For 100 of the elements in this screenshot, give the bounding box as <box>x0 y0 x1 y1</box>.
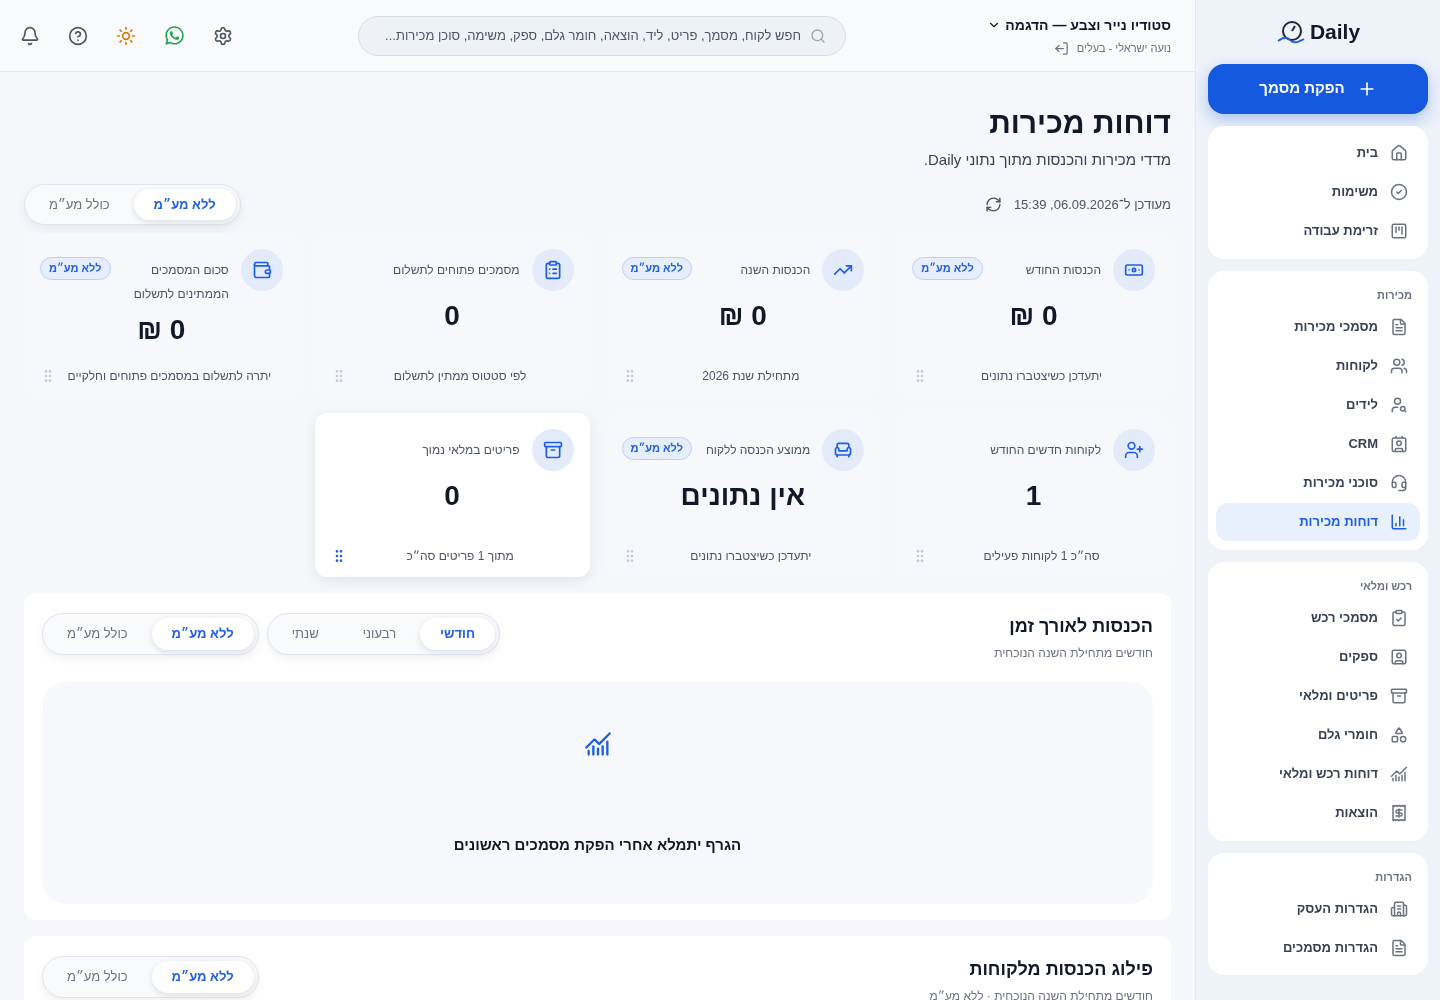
nav-item[interactable]: הגדרות מסמכים <box>1216 928 1420 967</box>
card-value: 0 ₪ <box>136 313 187 347</box>
wallet-icon <box>240 249 283 291</box>
page-subtitle: מדדי מכירות והכנסות מתוך נתוני Daily. <box>922 150 1171 170</box>
document-icon <box>1390 938 1408 957</box>
refresh-icon[interactable] <box>984 195 1002 213</box>
vat-badge: ללא מע״מ <box>912 257 983 280</box>
nav-item[interactable]: סוכני מכירות <box>1216 463 1420 502</box>
nav-item[interactable]: CRM <box>1216 424 1420 463</box>
card-title: ממוצע הכנסה ללקוח <box>705 443 811 457</box>
toggle-option[interactable]: ללא מע״מ <box>151 618 254 650</box>
card-value: 0 <box>443 299 461 333</box>
card-value: אין נתונים <box>679 479 807 513</box>
toggle-option[interactable]: כולל מע״מ <box>29 188 130 220</box>
nav-section-heading: מכירות <box>1376 287 1413 303</box>
nav-item[interactable]: לקוחות <box>1216 346 1420 385</box>
card-value: 0 ₪ <box>717 299 768 333</box>
section-title: פילוג הכנסות מלקוחות <box>968 958 1153 981</box>
toggle-option[interactable]: כולל מע״מ <box>47 618 148 650</box>
user-search-icon <box>1390 395 1408 414</box>
nav-item[interactable]: בית <box>1216 133 1420 173</box>
user-plus-icon <box>1113 429 1155 471</box>
bar-chart-icon <box>1390 513 1408 531</box>
new-document-button[interactable]: הפקת מסמך <box>1208 63 1428 114</box>
business-switcher[interactable]: סטודיו נייר וצבע — הדגמה <box>987 14 1171 36</box>
vat-badge: ללא מע״מ <box>621 437 693 460</box>
receipt-icon <box>1390 804 1408 822</box>
kanban-icon <box>1390 222 1408 240</box>
nav-item[interactable]: זרימת עבודה <box>1216 211 1420 251</box>
section-title: הכנסות לאורך זמן <box>1008 615 1153 638</box>
card-note: סה״כ 1 לקוחות פעילים <box>982 548 1101 565</box>
shapes-icon <box>1390 726 1408 744</box>
card-note: יתעדכן כשיצטברו נתונים <box>689 548 813 565</box>
logo-icon <box>1275 18 1306 45</box>
house-icon <box>1390 144 1408 162</box>
card-value: 0 ₪ <box>1008 299 1059 333</box>
card-note: יתרה לתשלום במסמכים פתוחים וחלקיים <box>66 368 273 385</box>
toggle-option[interactable]: חודשי <box>420 618 496 650</box>
page-title: דוחות מכירות <box>988 105 1171 141</box>
toggle-option[interactable]: כולל מע״מ <box>47 961 148 993</box>
check-circle-icon <box>1390 183 1408 201</box>
user-role: נועה ישראלי - בעלים <box>1076 40 1171 56</box>
toggle-option[interactable]: ללא מע״מ <box>133 188 236 220</box>
search-field[interactable]: חפש לקוח, מסמך, פריט, ליד, הוצאה, חומר גלם, ספק, משימה, סוכן מכירות... <box>358 15 846 56</box>
document-icon <box>1390 317 1408 336</box>
card-note: לפי סטטוס ממתין לתשלום <box>392 368 528 385</box>
nav-section-heading: רכש ומלאי <box>1358 579 1413 594</box>
vat-badge: ללא מע״מ <box>621 257 693 280</box>
building-icon <box>1390 899 1408 918</box>
chart-icon <box>1390 765 1408 783</box>
nav-section-heading: הגדרות <box>1374 869 1413 885</box>
toggle-option[interactable]: רבעוני <box>342 618 417 650</box>
card-title: לקוחות חדשים החודש <box>990 443 1101 457</box>
chart-icon <box>583 730 612 758</box>
nav-item[interactable]: דוחות מכירות <box>1216 503 1420 541</box>
archive-box-icon <box>531 429 574 471</box>
card-note: מתוך 1 פריטים סה״כ <box>405 548 515 565</box>
empty-chart-message: הגרף יתמלא אחרי הפקת מסמכים ראשונים <box>453 835 742 855</box>
last-updated: מעודכן ל־06.09.2026, 15:39 <box>1013 195 1171 214</box>
nav-item[interactable]: פריטים ומלאי <box>1216 676 1420 716</box>
card-title: הכנסות השנה <box>740 263 811 277</box>
sun-icon[interactable] <box>116 25 136 46</box>
nav-item[interactable]: הוצאות <box>1216 793 1420 833</box>
user-file-icon <box>1390 648 1408 666</box>
whatsapp-icon[interactable] <box>164 25 185 46</box>
trending-up-icon <box>822 249 865 291</box>
settings-icon[interactable] <box>213 25 233 46</box>
logout-icon[interactable] <box>1053 40 1069 56</box>
toggle-option[interactable]: שנתי <box>271 618 339 650</box>
nav-item[interactable]: הגדרות העסק <box>1216 889 1420 928</box>
toggle-option[interactable]: ללא מע״מ <box>151 961 254 993</box>
card-title: סכום המסמכים הממתינים לתשלום <box>133 263 229 301</box>
armchair-icon <box>822 429 865 471</box>
card-note: יתעדכן כשיצטברו נתונים <box>980 368 1104 385</box>
card-value: 1 <box>1024 479 1043 513</box>
nav-item[interactable]: לידים <box>1216 385 1420 424</box>
headset-icon <box>1390 473 1408 492</box>
clipboard-check-icon <box>1390 609 1408 627</box>
nav-item[interactable]: ספקים <box>1216 637 1420 677</box>
archive-box-icon <box>1390 687 1408 705</box>
vat-badge: ללא מע״מ <box>40 257 111 280</box>
nav-item[interactable]: חומרי גלם <box>1216 715 1420 755</box>
notifications-icon[interactable] <box>20 25 40 46</box>
nav-item[interactable]: משימות <box>1216 172 1420 212</box>
banknote-icon <box>1113 249 1155 291</box>
nav-item[interactable]: דוחות רכש ומלאי <box>1216 754 1420 794</box>
card-title: מסמכים פתוחים לתשלום <box>393 263 520 277</box>
section-subtitle: חודשים מתחילת השנה הנוכחית <box>994 645 1153 662</box>
users-icon <box>1390 356 1408 375</box>
card-title: פריטים במלאי נמוך <box>422 443 520 457</box>
card-value: 0 <box>443 479 461 513</box>
nav-item[interactable]: מסמכי מכירות <box>1216 307 1420 346</box>
logo-text: Daily <box>1309 19 1361 45</box>
card-note: מתחילת שנת 2026 <box>701 368 801 385</box>
nav-item[interactable]: מסמכי רכש <box>1216 598 1420 638</box>
search-icon <box>810 27 826 44</box>
clipboard-icon <box>531 249 574 291</box>
card-title: הכנסות החודש <box>1025 263 1101 277</box>
contact-card-icon <box>1390 434 1408 453</box>
help-icon[interactable] <box>68 25 88 46</box>
